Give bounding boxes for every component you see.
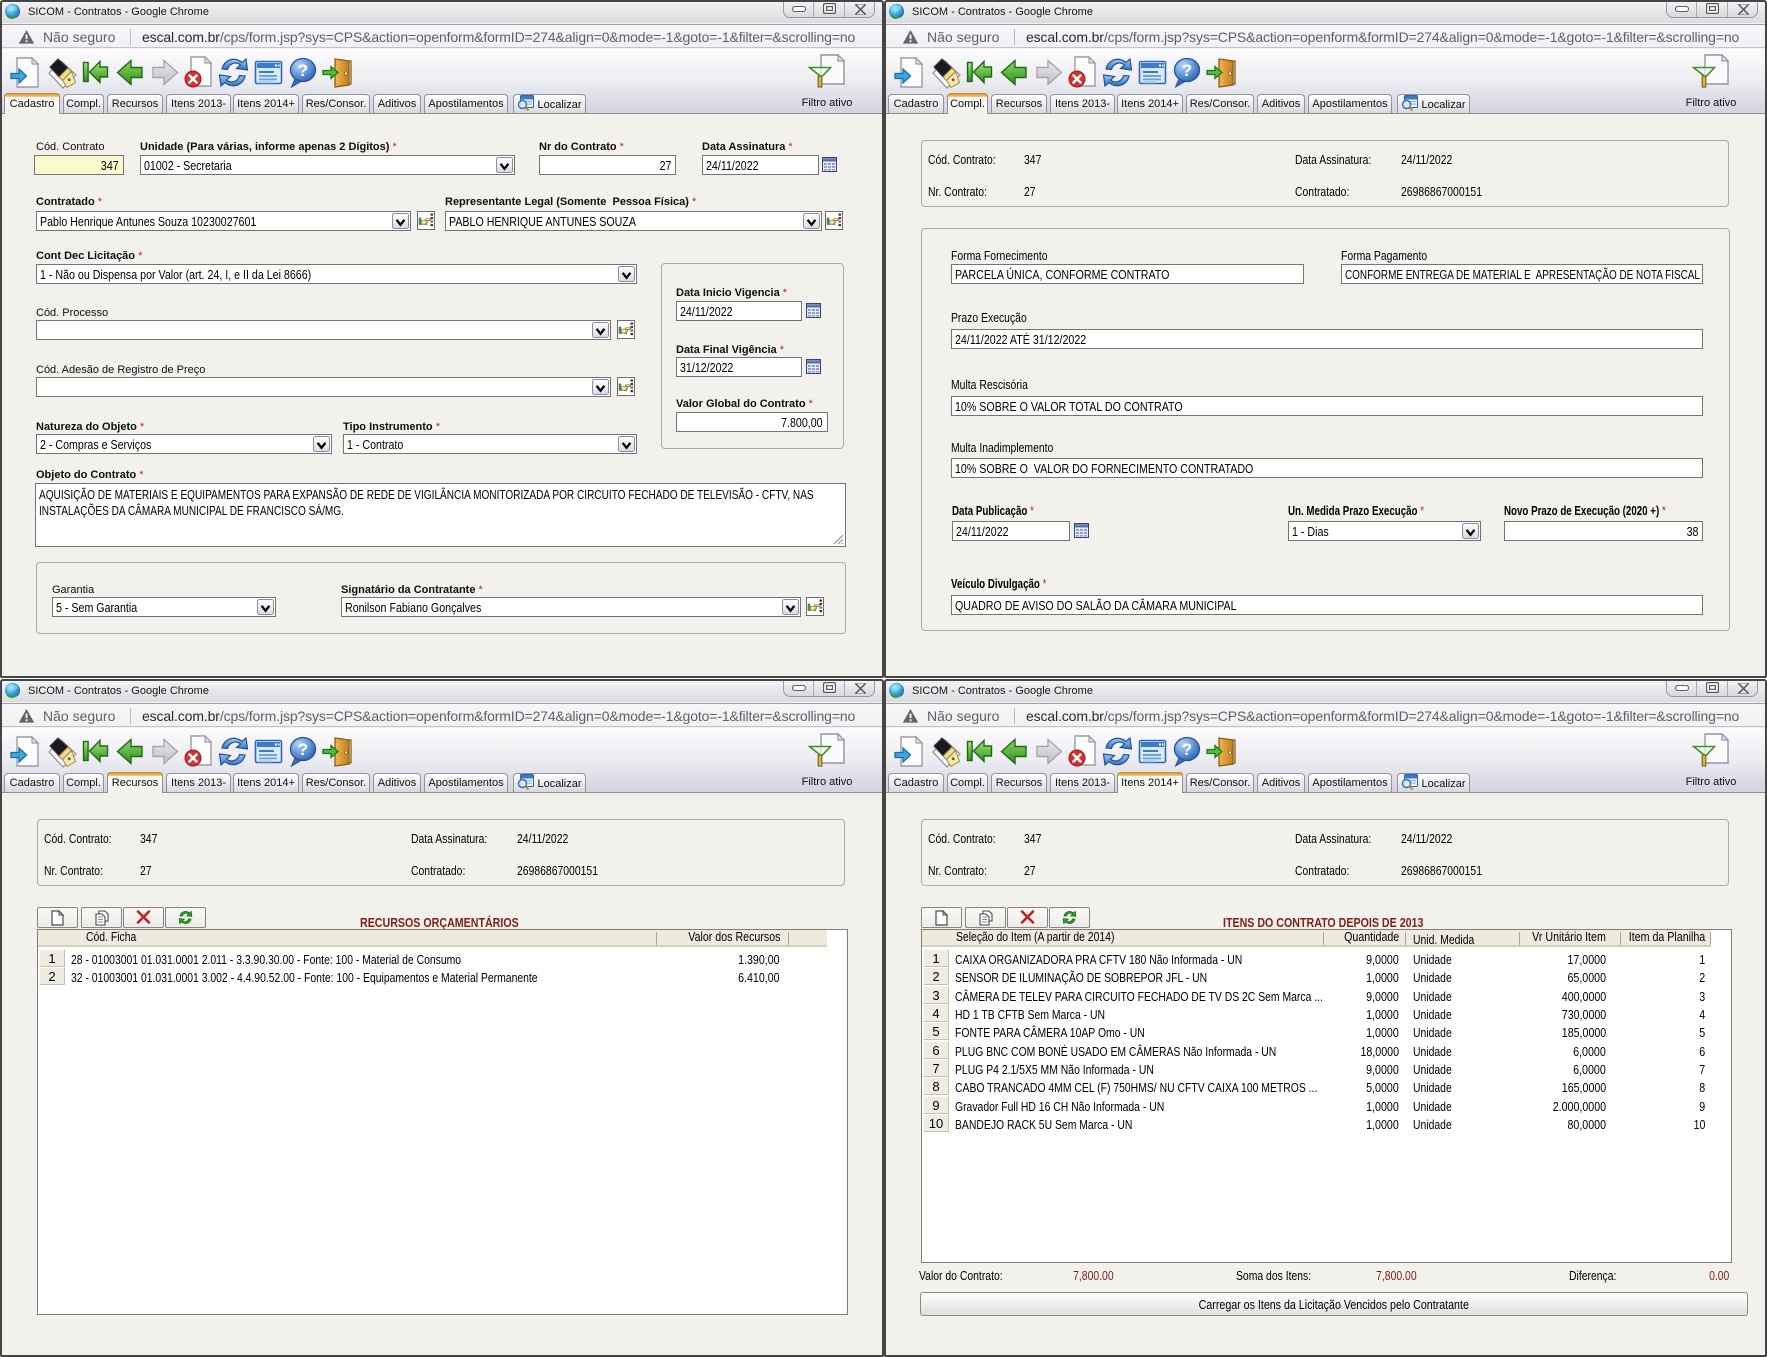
svg-text:?: ? — [298, 740, 308, 759]
svg-text:?: ? — [298, 61, 308, 80]
svg-text:?: ? — [1182, 740, 1192, 759]
svg-text:?: ? — [1182, 61, 1192, 80]
